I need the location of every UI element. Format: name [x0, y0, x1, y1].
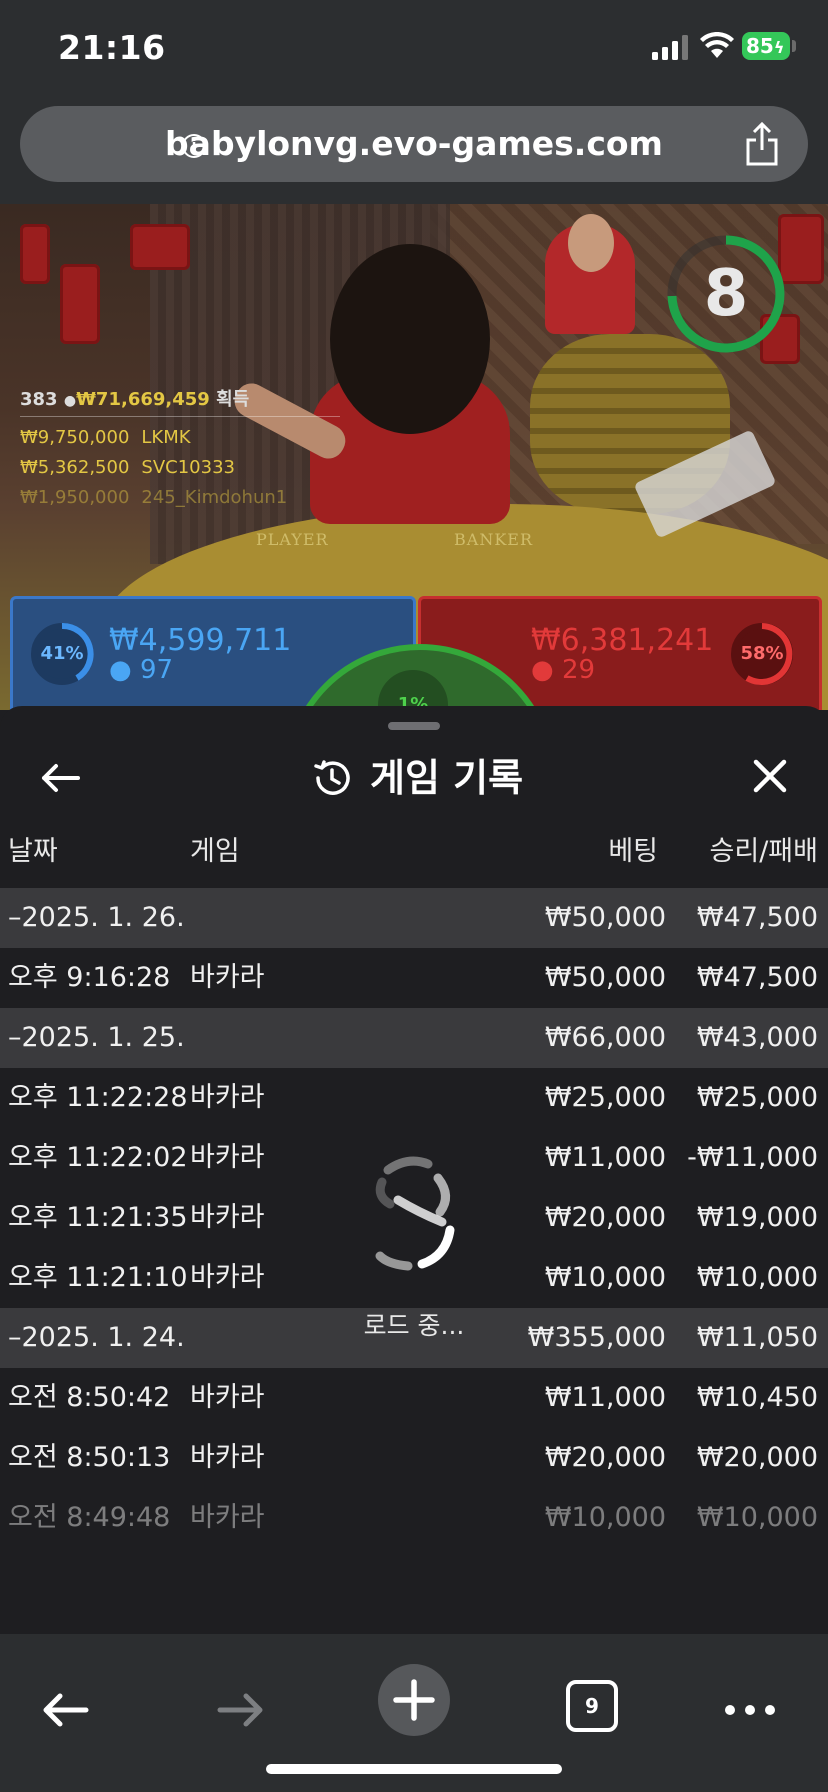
column-header-result[interactable]: 승리/패배 — [710, 828, 818, 876]
clock: 21:16 — [58, 28, 166, 67]
date-group-row[interactable]: –2025. 1. 25. ₩66,000 ₩43,000 — [0, 1008, 828, 1068]
column-header-game[interactable]: 게임 — [190, 828, 240, 876]
player-bet-amount: ₩4,599,711 — [109, 623, 292, 658]
back-arrow-icon[interactable] — [38, 756, 82, 800]
table-row[interactable]: 오전 8:49:48 바카라 ₩10,000 ₩10,000 — [0, 1488, 828, 1548]
winner-row: ₩1,950,000 245_Kimdohun1 — [20, 487, 288, 508]
winner-row: ₩9,750,000 LKMK — [20, 427, 191, 448]
table-row[interactable]: 오전 8:50:42 바카라 ₩11,000 ₩10,450 — [0, 1368, 828, 1428]
winners-total-suffix: 획득 — [216, 389, 250, 410]
charging-icon: ϟ — [773, 38, 785, 57]
browser-forward-icon[interactable] — [210, 1680, 270, 1740]
table-label-player: PLAYER — [256, 530, 329, 549]
sheet-title: 게임 기록 — [370, 756, 524, 800]
history-icon — [314, 760, 350, 795]
lantern-decoration — [60, 264, 100, 344]
lantern-decoration — [20, 224, 50, 284]
close-icon[interactable] — [748, 754, 792, 798]
winner-row: ₩5,362,500 SVC10333 — [20, 457, 235, 478]
lantern-decoration — [130, 224, 190, 270]
column-header-bet[interactable]: 베팅 — [608, 828, 658, 876]
cellular-signal-icon — [652, 35, 688, 60]
home-indicator[interactable] — [266, 1764, 562, 1774]
battery-level: 85 — [746, 34, 774, 58]
battery-tip — [792, 40, 796, 52]
player-percent: 41% — [40, 643, 84, 664]
plus-icon — [393, 1679, 435, 1721]
new-tab-button[interactable] — [378, 1664, 450, 1736]
wifi-icon — [700, 32, 734, 58]
address-bar[interactable]: babylonvg.evo-games.com i — [20, 106, 808, 182]
table-row[interactable]: 오후 11:22:28 바카라 ₩25,000 ₩25,000 — [0, 1068, 828, 1128]
banker-bet-count: ● 29 — [531, 655, 596, 685]
table-label-banker: BANKER — [454, 530, 533, 549]
status-bar: 21:16 85ϟ — [0, 0, 828, 92]
person-icon: ● — [109, 655, 132, 685]
browser-back-icon[interactable] — [36, 1680, 96, 1740]
banker-bet-amount: ₩6,381,241 — [531, 623, 714, 658]
person-icon: ● — [63, 393, 77, 409]
banker-percent: 58% — [740, 643, 784, 664]
loading-spinner-icon — [375, 1156, 455, 1271]
dealer-head — [330, 244, 490, 434]
live-video-stream[interactable]: PLAYER BANKER 8 383 ●₩71,669,459 획득 ₩9,7… — [0, 204, 828, 710]
person-icon: ● — [531, 655, 554, 685]
player-bet-count: ● 97 — [109, 655, 174, 685]
background-dealer-head — [568, 214, 614, 272]
site-info-icon[interactable]: i — [182, 134, 206, 158]
battery-indicator: 85ϟ — [742, 32, 790, 60]
table-row[interactable]: 오후 9:16:28 바카라 ₩50,000 ₩47,500 — [0, 948, 828, 1008]
column-header-date[interactable]: 날짜 — [8, 828, 58, 876]
more-icon[interactable] — [720, 1680, 780, 1740]
share-icon[interactable] — [742, 122, 782, 166]
winners-panel: 383 ●₩71,669,459 획득 ₩9,750,000 LKMK ₩5,36… — [20, 386, 340, 513]
sheet-grabber[interactable] — [388, 722, 440, 730]
date-group-row[interactable]: –2025. 1. 26. ₩50,000 ₩47,500 — [0, 888, 828, 948]
divider — [20, 416, 340, 417]
browser-address-area: babylonvg.evo-games.com i — [0, 92, 828, 204]
winners-total: ₩71,669,459 — [76, 389, 210, 410]
winner-count: 383 — [20, 389, 58, 410]
loading-text: 로드 중... — [363, 1311, 465, 1340]
table-row[interactable]: 오전 8:50:13 바카라 ₩20,000 ₩20,000 — [0, 1428, 828, 1488]
countdown-number: 8 — [703, 257, 749, 331]
url-text[interactable]: babylonvg.evo-games.com — [20, 106, 808, 182]
tabs-button[interactable]: 9 — [566, 1680, 618, 1732]
